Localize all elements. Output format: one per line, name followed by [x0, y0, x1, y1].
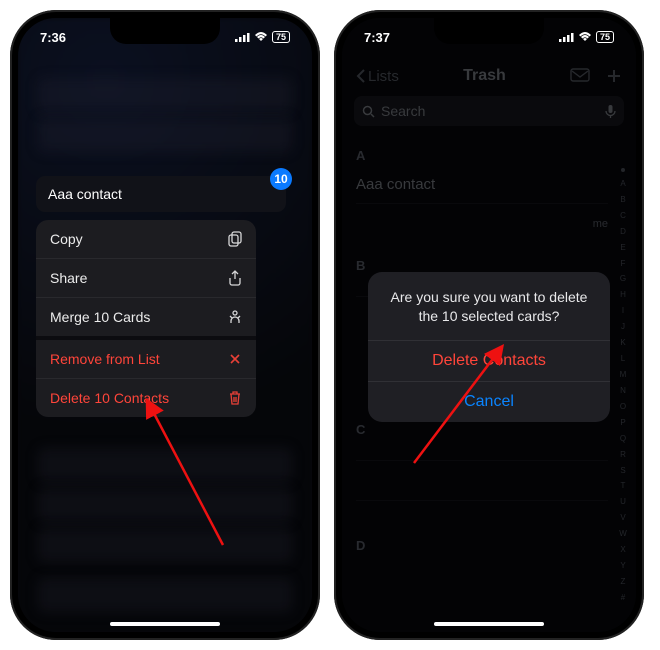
notch: [110, 18, 220, 44]
screen-right: 7:37 75 Lists Trash Search A: [342, 18, 636, 632]
selected-contact-pill[interactable]: Aaa contact 10: [36, 176, 286, 212]
menu-merge[interactable]: Merge 10 Cards: [36, 297, 256, 336]
menu-copy[interactable]: Copy: [36, 220, 256, 258]
blur-row: [38, 78, 292, 112]
menu-remove-from-list[interactable]: Remove from List: [36, 336, 256, 378]
menu-delete-contacts[interactable]: Delete 10 Contacts: [36, 378, 256, 417]
share-icon: [228, 270, 242, 286]
status-icons: 75: [235, 31, 290, 43]
trash-icon: [228, 390, 242, 406]
selected-contact-label: Aaa contact: [48, 186, 122, 202]
battery-percent: 75: [272, 31, 290, 43]
screen-left: 7:36 75 Aaa contact 10 Copy Share: [18, 18, 312, 632]
status-time: 7:37: [364, 30, 390, 45]
blur-row: [38, 528, 292, 562]
signal-icon: [559, 32, 574, 42]
home-indicator[interactable]: [434, 622, 544, 626]
menu-merge-label: Merge 10 Cards: [50, 309, 150, 325]
alert-delete-button[interactable]: Delete Contacts: [368, 340, 610, 381]
menu-copy-label: Copy: [50, 231, 83, 247]
phone-right: 7:37 75 Lists Trash Search A: [334, 10, 644, 640]
blur-row: [38, 118, 292, 152]
merge-icon: [228, 309, 242, 325]
phone-left: 7:36 75 Aaa contact 10 Copy Share: [10, 10, 320, 640]
blur-row: [38, 448, 292, 482]
selection-count-badge: 10: [270, 168, 292, 190]
delete-confirm-alert: Are you sure you want to delete the 10 s…: [368, 272, 610, 422]
wifi-icon: [254, 32, 268, 42]
menu-share-label: Share: [50, 270, 87, 286]
menu-remove-label: Remove from List: [50, 351, 160, 367]
blur-row: [38, 488, 292, 522]
copy-icon: [228, 231, 242, 247]
alert-title: Are you sure you want to delete the 10 s…: [368, 272, 610, 340]
home-indicator[interactable]: [110, 622, 220, 626]
menu-delete-label: Delete 10 Contacts: [50, 390, 169, 406]
notch: [434, 18, 544, 44]
menu-share[interactable]: Share: [36, 258, 256, 297]
wifi-icon: [578, 32, 592, 42]
context-menu: Copy Share Merge 10 Cards Remove from Li…: [36, 220, 256, 417]
battery-percent: 75: [596, 31, 614, 43]
status-time: 7:36: [40, 30, 66, 45]
x-icon: [228, 352, 242, 366]
signal-icon: [235, 32, 250, 42]
blur-row: [38, 578, 292, 612]
status-icons: 75: [559, 31, 614, 43]
alert-cancel-button[interactable]: Cancel: [368, 381, 610, 422]
